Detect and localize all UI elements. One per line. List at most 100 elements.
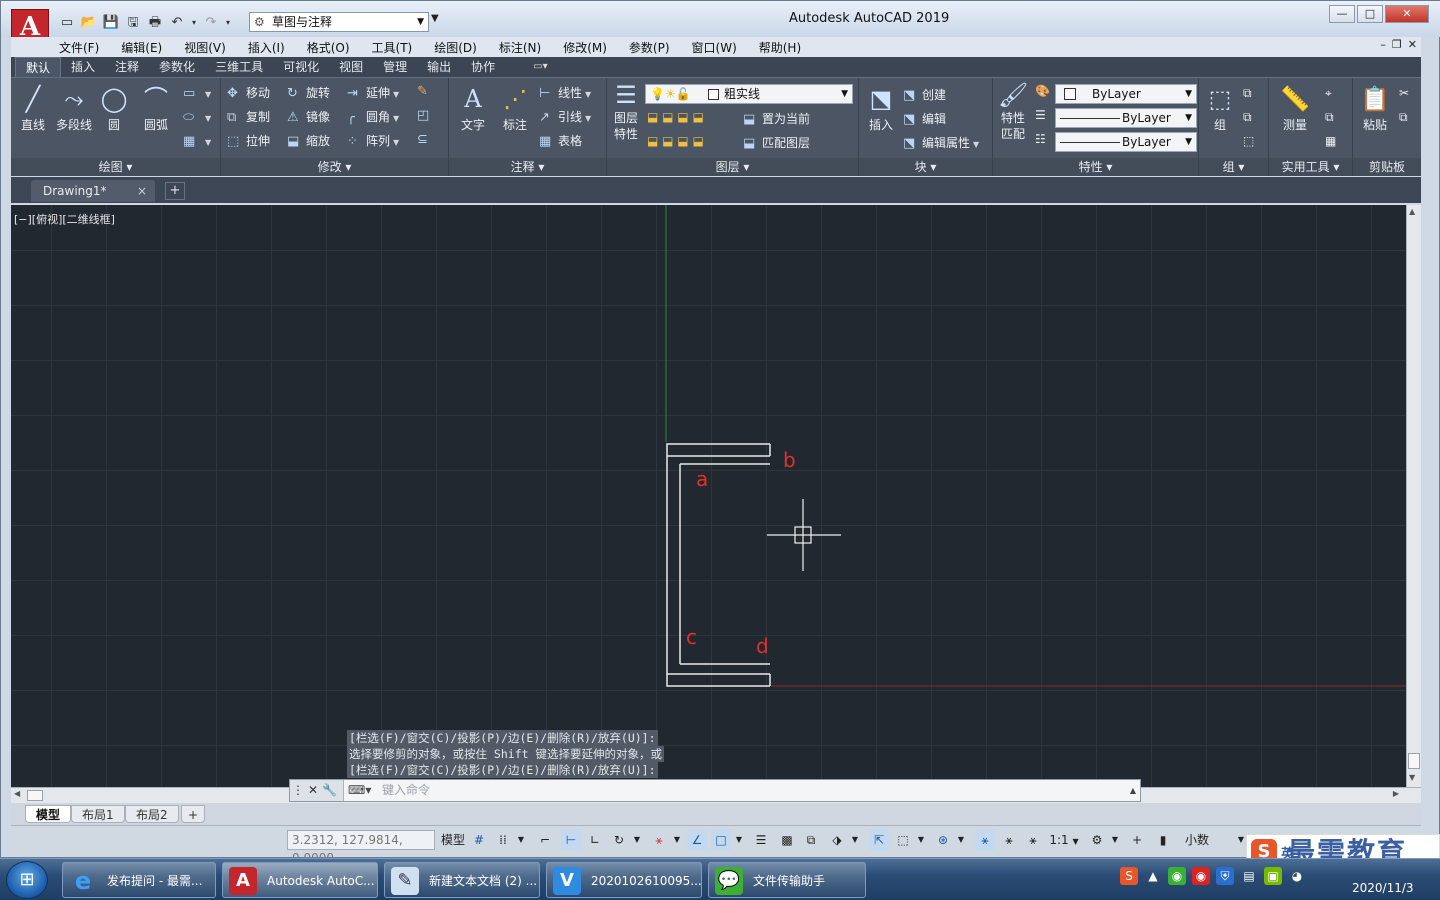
start-button[interactable]: ⊞ (6, 861, 48, 899)
circle-button[interactable]: ◯ 圆 (97, 84, 131, 133)
selection-filter-icon[interactable]: ⬚ (893, 830, 913, 850)
group-select-icon[interactable]: ⬚ (1243, 134, 1254, 148)
layer-tools-row2[interactable]: ⬓ ⬓ ⬓ ⬓ (647, 134, 704, 148)
tab-default[interactable]: 默认 (15, 57, 62, 77)
object-snap-tracking-icon[interactable]: ∠ (687, 830, 707, 850)
scroll-down-icon[interactable]: ▼ (1409, 773, 1415, 782)
menu-insert[interactable]: 插入(I) (248, 39, 285, 56)
close-button[interactable]: ✕ (1385, 5, 1429, 23)
tab-3d-tools[interactable]: 三维工具 (205, 57, 273, 77)
panel-modify-title[interactable]: 修改 ▾ (221, 158, 448, 176)
command-input[interactable]: 键入命令 (382, 780, 430, 801)
maximize-button[interactable]: □ (1357, 5, 1383, 23)
save-icon[interactable]: 💾 (101, 14, 121, 32)
explode-button[interactable]: ◰ (417, 108, 436, 123)
extend-button[interactable]: ⇥ 延伸 ▼ (347, 84, 399, 101)
plot-icon[interactable]: 🖶 (145, 14, 165, 32)
rectangle-button[interactable]: ▭ ▼ (183, 86, 211, 101)
command-history-toggle-icon[interactable]: ▲ (1130, 780, 1136, 801)
panel-groups-title[interactable]: 组 ▾ (1199, 158, 1268, 176)
taskbar-item-video[interactable]: V 2020102610095... (546, 862, 702, 898)
gizmo-dropdown-icon[interactable]: ▼ (955, 830, 967, 850)
tab-output[interactable]: 输出 (417, 57, 461, 77)
line-button[interactable]: ╱ 直线 (15, 84, 51, 133)
redo-icon[interactable]: ↷ (201, 14, 221, 32)
minimize-button[interactable]: — (1329, 5, 1355, 23)
taskbar-item-ie[interactable]: e 发布提问 - 最需... (62, 862, 216, 898)
fillet-button[interactable]: ╭ 圆角 ▼ (347, 108, 399, 125)
units-dropdown[interactable]: 小数 (1177, 830, 1217, 850)
taskbar-item-wechat[interactable]: 💬 文件传输助手 (708, 862, 866, 898)
panel-block-title[interactable]: 块 ▾ (859, 158, 992, 176)
transparency-icon[interactable]: ▩ (777, 830, 797, 850)
layer-dropdown[interactable]: 💡☀🔓 粗实线 ▼ (645, 84, 853, 104)
scroll-left-icon[interactable]: ◀ (14, 789, 20, 798)
menu-modify[interactable]: 修改(M) (563, 39, 607, 56)
menu-view[interactable]: 视图(V) (184, 39, 226, 56)
workspace-dropdown[interactable]: ⚙ 草图与注释 ▼ (249, 12, 429, 32)
wechat-tray-icon[interactable]: ◉ (1168, 867, 1186, 885)
make-current-button[interactable]: ⬓ 置为当前 (743, 110, 810, 127)
tab-view[interactable]: 视图 (329, 57, 373, 77)
save-as-icon[interactable]: 🖫 (123, 14, 143, 32)
tab-collaborate[interactable]: 协作 (461, 57, 505, 77)
coordinates-display[interactable]: 3.2312, 127.9814, 0.0000 (287, 830, 435, 865)
qq-tray-icon[interactable]: ◕ (1288, 867, 1306, 885)
menu-format[interactable]: 格式(O) (307, 39, 350, 56)
security-tray-icon[interactable]: ⛨ (1216, 867, 1234, 885)
close-tab-icon[interactable]: × (137, 180, 147, 202)
arc-button[interactable]: ⌒ 圆弧 (137, 84, 175, 133)
menu-draw[interactable]: 绘图(D) (434, 39, 477, 56)
taskbar-item-notepad[interactable]: ✎ 新建文本文档 (2) ... (384, 862, 540, 898)
scroll-up-icon[interactable]: ▲ (1409, 207, 1415, 216)
calculator-icon[interactable]: ▦ (1325, 134, 1336, 148)
ribbon-minimize-icon[interactable]: ▭▾ (523, 57, 557, 77)
dimension-button[interactable]: ⋰ 标注 (497, 84, 533, 133)
osnap-dropdown-icon[interactable]: ▼ (733, 830, 745, 850)
panel-draw-title[interactable]: 绘图 ▾ (11, 158, 220, 176)
tab-layout1[interactable]: 布局1 (71, 805, 125, 823)
ortho-icon[interactable]: ∟ (585, 830, 605, 850)
scale-button[interactable]: ⬓ 缩放 (287, 132, 330, 149)
workspace-gear-icon[interactable]: ⚙ (1087, 830, 1107, 850)
panel-properties-title[interactable]: 特性 ▾ (993, 158, 1198, 176)
menu-help[interactable]: 帮助(H) (759, 39, 801, 56)
tab-visualize[interactable]: 可视化 (273, 57, 329, 77)
document-tab-drawing1[interactable]: Drawing1* × (31, 180, 155, 202)
panel-clipboard-title[interactable]: 剪贴板 (1353, 158, 1421, 176)
qat-customize-button[interactable]: ▼ (431, 13, 439, 24)
drawing-canvas[interactable]: [−][俯视][二维线框] b a c d (11, 205, 1406, 787)
menu-dimension[interactable]: 标注(N) (499, 39, 541, 56)
nvidia-tray-icon[interactable]: ▣ (1264, 867, 1282, 885)
text-button[interactable]: A 文字 (455, 84, 491, 133)
menu-tools[interactable]: 工具(T) (372, 39, 413, 56)
insert-block-button[interactable]: ⬔ 插入 (863, 84, 899, 133)
3d-osnap-icon[interactable]: ⬗ (827, 830, 847, 850)
table-button[interactable]: ▦ 表格 (539, 132, 582, 149)
menu-parametric[interactable]: 参数(P) (629, 39, 670, 56)
tab-insert[interactable]: 插入 (61, 57, 105, 77)
model-space-button[interactable]: 模型 (439, 830, 467, 850)
command-line-controls[interactable]: ⋮✕🔧 (290, 780, 344, 801)
scroll-thumb-h[interactable] (27, 790, 43, 801)
undo-icon[interactable]: ↶ (167, 14, 187, 32)
edit-block-button[interactable]: ⬔ 编辑 (903, 110, 946, 127)
network-tray-icon[interactable]: ▤ (1240, 867, 1258, 885)
color-dropdown[interactable]: ByLayer ▼ (1055, 84, 1197, 104)
layer-properties-button[interactable]: ☰ 图层 特性 (609, 82, 643, 142)
match-properties-button[interactable]: 🖌 特性 匹配 (995, 82, 1031, 142)
cut-icon[interactable]: ✂ (1399, 86, 1409, 100)
linetype-dropdown[interactable]: ByLayer ▼ (1055, 132, 1197, 152)
create-block-button[interactable]: ⬔ 创建 (903, 86, 946, 103)
isodraft-icon[interactable]: ⚹ (649, 830, 669, 850)
snap-icon[interactable]: ⁞⁞ (493, 830, 513, 850)
redo-dropdown-icon[interactable]: ▾ (223, 14, 233, 32)
open-icon[interactable]: 📂 (79, 14, 99, 32)
edit-attributes-button[interactable]: ⬔ 编辑属性 ▼ (903, 134, 979, 151)
polyline-button[interactable]: ⤳ 多段线 (53, 84, 95, 133)
layer-tools-row1[interactable]: ⬓ ⬓ ⬓ ⬓ (647, 110, 704, 124)
panel-layers-title[interactable]: 图层 ▾ (607, 158, 858, 176)
erase-button[interactable]: ✎ (417, 84, 436, 99)
vertical-scrollbar[interactable]: ▲ ▼ (1406, 205, 1421, 787)
polar-icon[interactable]: ↻ (609, 830, 629, 850)
